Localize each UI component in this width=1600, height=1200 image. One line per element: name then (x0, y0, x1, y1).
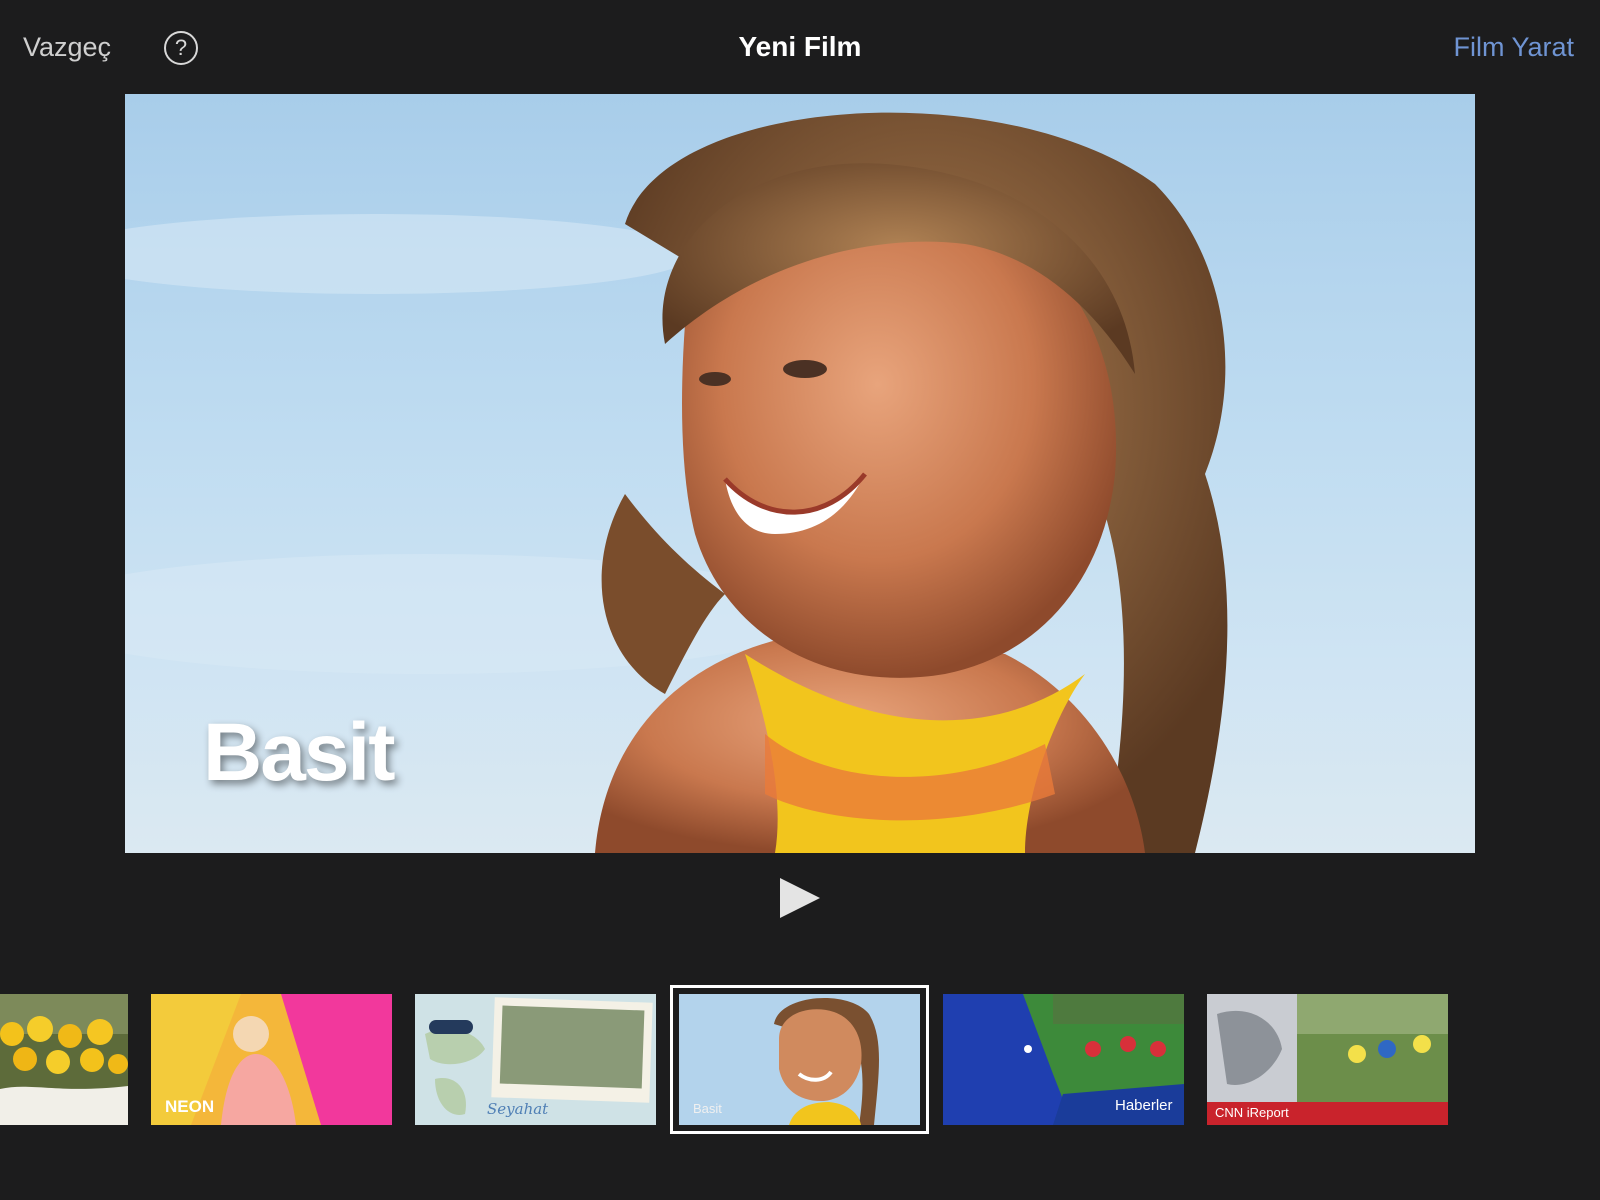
play-icon[interactable] (776, 876, 824, 920)
theme-thumb-travel[interactable]: Seyahat (415, 994, 656, 1125)
preview-theme-title: Basit (203, 707, 396, 798)
theme-label: CNN iReport (1215, 1105, 1289, 1120)
top-bar: Vazgeç ? Yeni Film Film Yarat (0, 0, 1600, 94)
theme-thumb-flowers[interactable] (0, 994, 128, 1125)
theme-thumb-basic[interactable]: Basit (670, 985, 929, 1134)
theme-thumb-neon[interactable]: NEON (151, 994, 392, 1125)
theme-thumb-image (0, 994, 128, 1125)
theme-label: Basit (693, 1101, 722, 1116)
theme-label: NEON (165, 1097, 215, 1116)
create-movie-button[interactable]: Film Yarat (1453, 32, 1574, 63)
theme-thumb-cnn-ireport[interactable]: CNN iReport (1207, 994, 1448, 1125)
theme-strip[interactable]: NEON Seyahat Basit Haberler CNN iReport (0, 985, 1600, 1140)
theme-preview: Basit (125, 94, 1475, 853)
theme-label: Seyahat (487, 1100, 549, 1118)
page-title: Yeni Film (738, 31, 862, 62)
theme-label: Haberler (1115, 1097, 1173, 1114)
theme-thumb-news[interactable]: Haberler (943, 994, 1184, 1125)
